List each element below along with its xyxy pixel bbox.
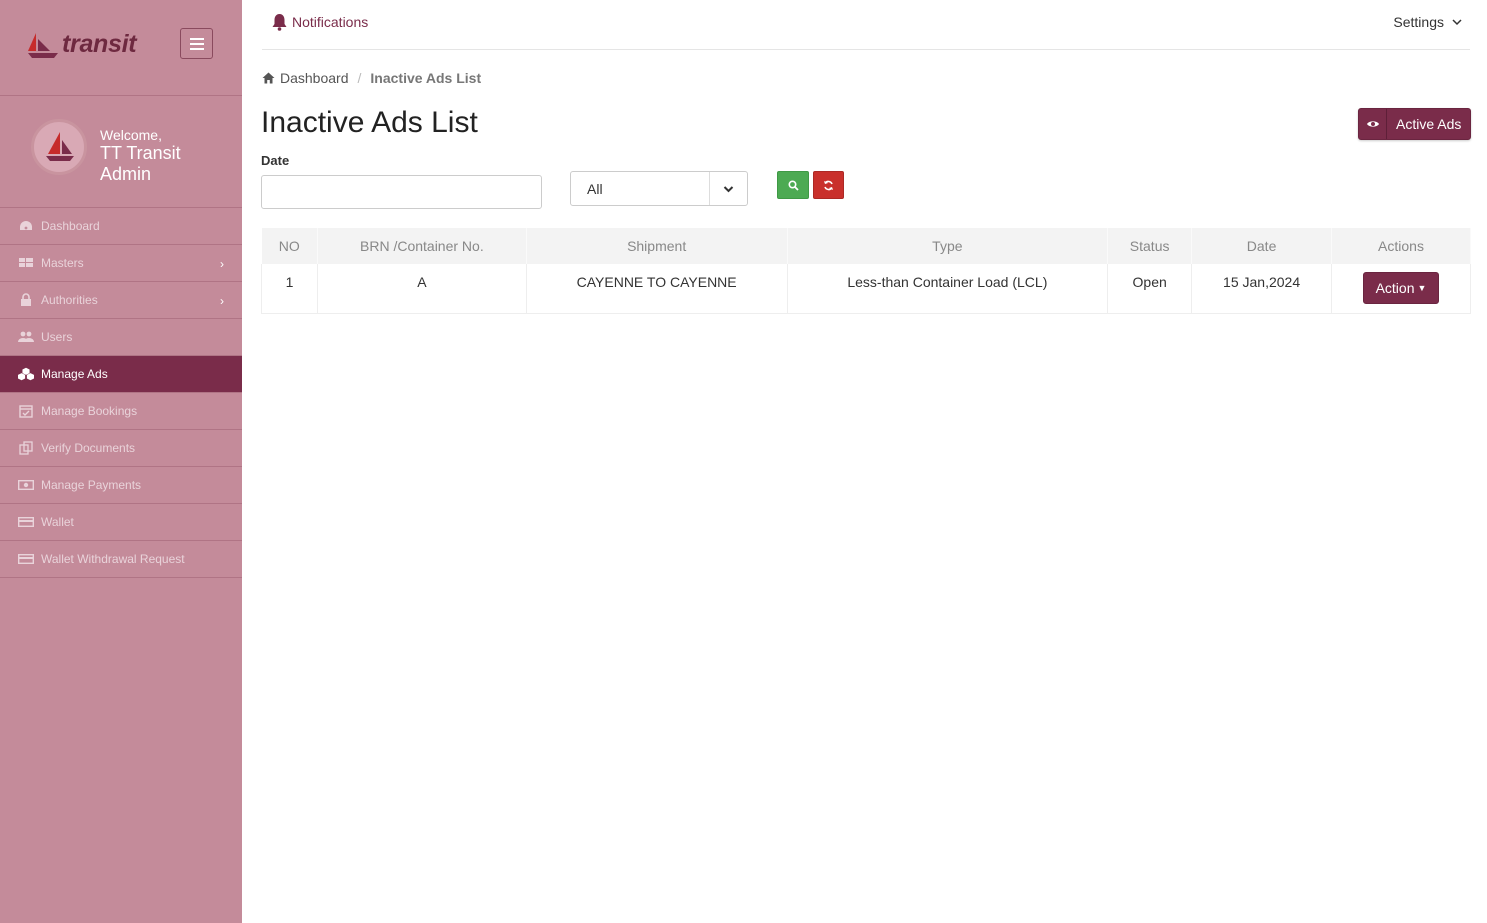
sidebar-item-authorities[interactable]: Authorities › (0, 282, 242, 319)
date-field[interactable] (261, 175, 542, 209)
settings-label: Settings (1393, 14, 1444, 30)
lock-icon (18, 293, 34, 307)
sidebar-item-masters[interactable]: Masters › (0, 245, 242, 282)
cell-shipment: CAYENNE TO CAYENNE (526, 264, 788, 314)
status-select[interactable]: All (570, 171, 748, 206)
settings-dropdown[interactable]: Settings (1393, 14, 1462, 30)
menu-toggle-button[interactable] (180, 28, 213, 59)
sidebar-item-label: Manage Ads (41, 367, 108, 381)
column-header-status[interactable]: Status (1107, 228, 1193, 264)
sidebar-item-label: Manage Payments (41, 478, 142, 492)
bell-icon (272, 14, 287, 31)
dashboard-icon (18, 219, 34, 233)
sidebar-item-label: Wallet Withdrawal Request (41, 552, 185, 566)
sidebar-item-wallet-withdrawal-request[interactable]: Wallet Withdrawal Request (0, 541, 242, 578)
table-header-row: NO BRN /Container No. Shipment Type Stat… (261, 228, 1471, 264)
breadcrumb-separator: / (357, 70, 362, 86)
welcome-text: Welcome, TT Transit Admin (100, 127, 181, 185)
column-header-no[interactable]: NO (261, 228, 318, 264)
cell-type: Less-than Container Load (LCL) (787, 264, 1109, 314)
chevron-right-icon: › (220, 294, 224, 308)
date-label: Date (261, 153, 290, 168)
table-icon (18, 256, 34, 270)
sidebar-item-manage-ads[interactable]: Manage Ads (0, 356, 242, 393)
sidebar-item-label: Dashboard (41, 219, 100, 233)
hamburger-icon (189, 37, 204, 40)
sidebar-item-label: Wallet (41, 515, 74, 529)
cell-date: 15 Jan,2024 (1191, 264, 1333, 314)
credit-card-icon (18, 515, 34, 529)
logo-text: transit (62, 30, 137, 58)
user-name-line1: TT Transit (100, 143, 181, 163)
active-ads-button[interactable]: Active Ads (1358, 108, 1471, 140)
cell-actions: Action ▼ (1331, 264, 1471, 314)
chevron-down-icon (1452, 19, 1462, 26)
sidebar-item-wallet[interactable]: Wallet (0, 504, 242, 541)
user-name-line2: Admin (100, 164, 152, 184)
sidebar-item-label: Users (41, 330, 73, 344)
cell-no: 1 (261, 264, 318, 314)
notifications-link[interactable]: Notifications (271, 13, 368, 31)
sidebar-item-label: Masters (41, 256, 84, 270)
table-row: 1 A CAYENNE TO CAYENNE Less-than Contain… (261, 264, 1471, 314)
welcome-greeting: Welcome, (100, 127, 162, 143)
home-icon (262, 72, 275, 84)
caret-down-icon: ▼ (1417, 283, 1427, 293)
calendar-check-icon (18, 404, 34, 418)
sailboat-logo-icon (28, 33, 58, 58)
refresh-icon (824, 180, 833, 190)
avatar (31, 119, 87, 175)
sidebar-item-manage-bookings[interactable]: Manage Bookings (0, 393, 242, 430)
sidebar-item-label: Verify Documents (41, 441, 136, 455)
column-header-actions: Actions (1331, 228, 1471, 264)
column-header-shipment[interactable]: Shipment (526, 228, 788, 264)
inactive-ads-table: NO BRN /Container No. Shipment Type Stat… (261, 228, 1471, 314)
brand-area: transit (0, 0, 242, 96)
breadcrumb-home-link[interactable]: Dashboard (280, 70, 349, 86)
chevron-down-icon (709, 172, 747, 205)
users-icon (18, 330, 34, 344)
sidebar-item-manage-payments[interactable]: Manage Payments (0, 467, 242, 504)
credit-card-icon (18, 552, 34, 566)
breadcrumb: Dashboard / Inactive Ads List (262, 70, 481, 86)
action-dropdown-button[interactable]: Action ▼ (1362, 272, 1440, 304)
sailboat-avatar-icon (46, 132, 74, 161)
breadcrumb-current: Inactive Ads List (370, 70, 482, 86)
documents-icon (18, 441, 34, 455)
cell-status: Open (1107, 264, 1193, 314)
status-select-value: All (587, 180, 603, 197)
sidebar-item-verify-documents[interactable]: Verify Documents (0, 430, 242, 467)
column-header-type[interactable]: Type (787, 228, 1109, 264)
sidebar-item-label: Authorities (41, 293, 98, 307)
sidebar-item-dashboard[interactable]: Dashboard (0, 208, 242, 245)
column-header-brn[interactable]: BRN /Container No. (317, 228, 527, 264)
sidebar-item-label: Manage Bookings (41, 404, 138, 418)
page-title: Inactive Ads List (261, 106, 478, 139)
search-button[interactable] (777, 171, 809, 199)
sidebar-nav: Dashboard Masters › Authorities › Users (0, 208, 242, 578)
sidebar: transit Welcome, TT Transit Admin Dashbo… (0, 0, 242, 923)
top-bar: Notifications Settings (262, 0, 1470, 50)
active-ads-label: Active Ads (1396, 116, 1462, 132)
notifications-label: Notifications (292, 14, 369, 30)
money-icon (18, 478, 34, 492)
app-logo[interactable]: transit (28, 30, 137, 59)
eye-icon (1359, 109, 1387, 139)
search-icon (787, 179, 799, 191)
column-header-date[interactable]: Date (1191, 228, 1333, 264)
action-label: Action (1375, 280, 1415, 296)
user-profile: Welcome, TT Transit Admin (0, 96, 242, 208)
reset-button[interactable] (813, 171, 844, 199)
cubes-icon (18, 367, 34, 381)
cell-brn: A (317, 264, 527, 314)
chevron-right-icon: › (220, 257, 224, 271)
sidebar-item-users[interactable]: Users (0, 319, 242, 356)
